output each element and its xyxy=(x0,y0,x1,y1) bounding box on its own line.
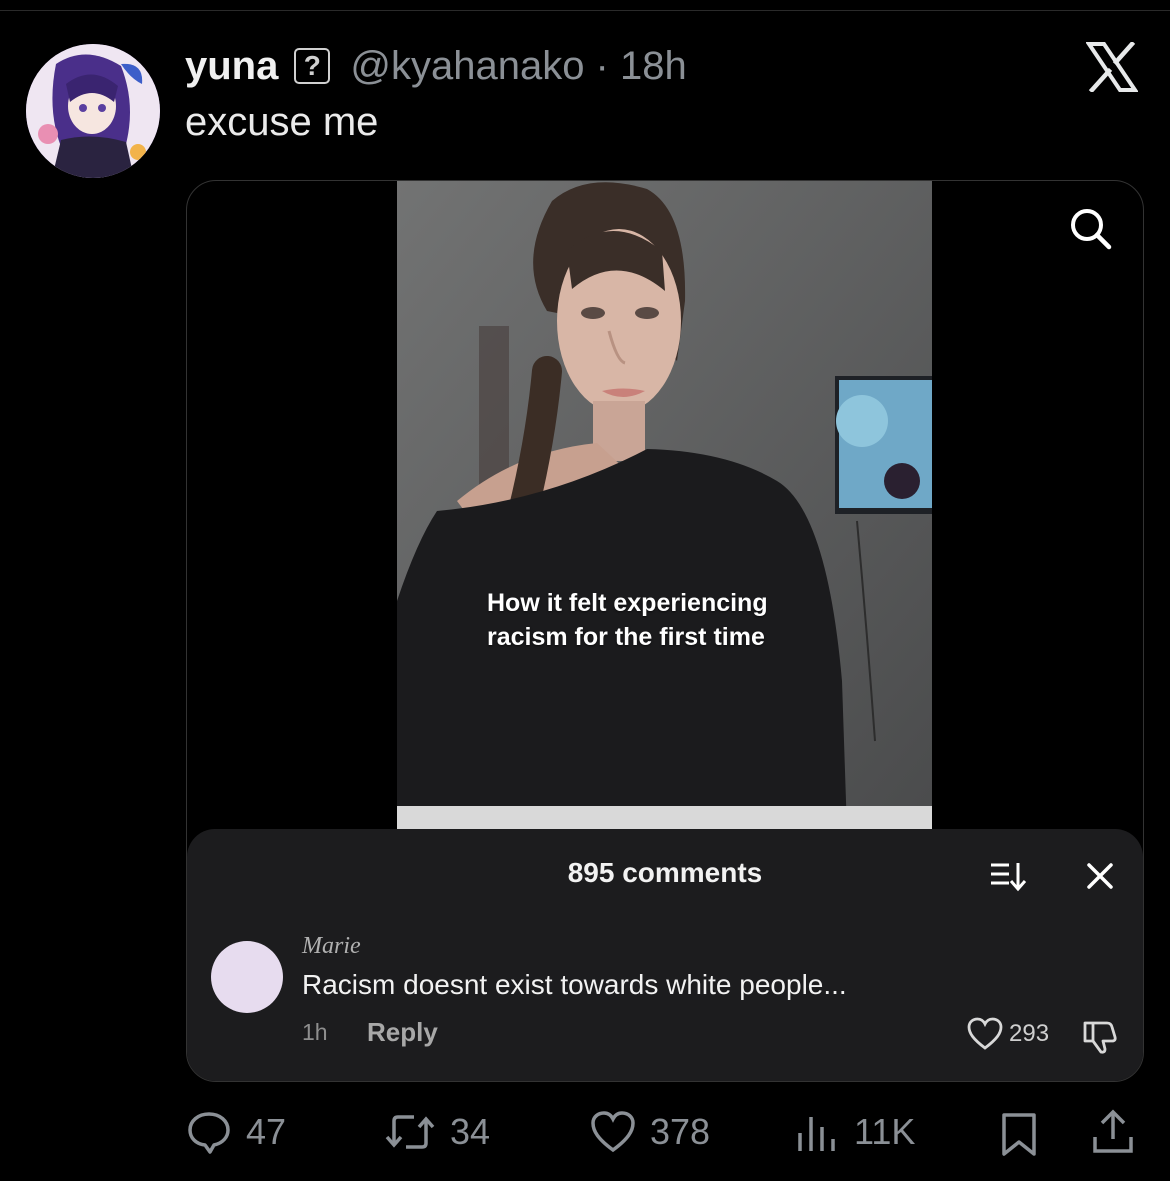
video-still xyxy=(397,181,932,831)
comments-sheet: 895 comments Marie Racism doesnt exist t… xyxy=(187,829,1143,1081)
comment-time: 1h xyxy=(302,1019,328,1045)
repost-count: 34 xyxy=(450,1111,491,1152)
x-logo-icon xyxy=(1086,42,1138,92)
label-badge[interactable]: ? xyxy=(294,48,331,84)
bookmark-action[interactable] xyxy=(996,1108,1042,1160)
video-caption: How it felt experiencing racism for the … xyxy=(487,589,768,651)
comment-like-count: 293 xyxy=(1009,1020,1050,1047)
commenter-avatar[interactable] xyxy=(211,941,283,1013)
bookmark-icon xyxy=(1002,1113,1036,1156)
share-action[interactable] xyxy=(1090,1106,1136,1158)
thumbs-down-icon[interactable] xyxy=(1081,1019,1119,1055)
tweet-text: excuse me xyxy=(185,100,379,144)
comment-like-button[interactable]: 293 xyxy=(967,1017,1049,1051)
reply-icon xyxy=(188,1112,230,1154)
repost-action[interactable]: 34 xyxy=(384,1106,490,1158)
like-count: 378 xyxy=(650,1111,711,1152)
author-avatar[interactable] xyxy=(26,44,160,178)
commenter-username[interactable]: Marie xyxy=(302,933,361,960)
views-action[interactable]: 11K xyxy=(794,1106,915,1158)
media-card[interactable]: How it felt experiencing racism for the … xyxy=(186,180,1144,1082)
video-frame[interactable]: How it felt experiencing racism for the … xyxy=(397,181,932,831)
reply-action[interactable]: 47 xyxy=(186,1106,286,1158)
repost-icon xyxy=(385,1115,435,1149)
comment-text: Racism doesnt exist towards white people… xyxy=(302,969,847,1000)
sort-icon[interactable] xyxy=(987,859,1027,893)
search-icon[interactable] xyxy=(1067,205,1113,251)
share-icon xyxy=(1093,1109,1133,1153)
avatar-illustration xyxy=(26,44,160,178)
comment-reply-button[interactable]: Reply xyxy=(367,1017,438,1048)
top-divider xyxy=(0,10,1170,11)
close-icon[interactable] xyxy=(1085,861,1115,891)
like-action[interactable]: 378 xyxy=(590,1106,710,1158)
handle-and-time[interactable]: @kyahanako · 18h xyxy=(350,44,686,89)
reply-count: 47 xyxy=(246,1111,287,1152)
view-count: 11K xyxy=(854,1111,916,1152)
views-icon xyxy=(798,1117,835,1151)
heart-icon xyxy=(967,1017,1003,1050)
display-name[interactable]: yuna xyxy=(185,44,278,89)
tweet-header: yuna ? @kyahanako · 18h xyxy=(185,40,687,92)
heart-icon xyxy=(591,1111,635,1153)
